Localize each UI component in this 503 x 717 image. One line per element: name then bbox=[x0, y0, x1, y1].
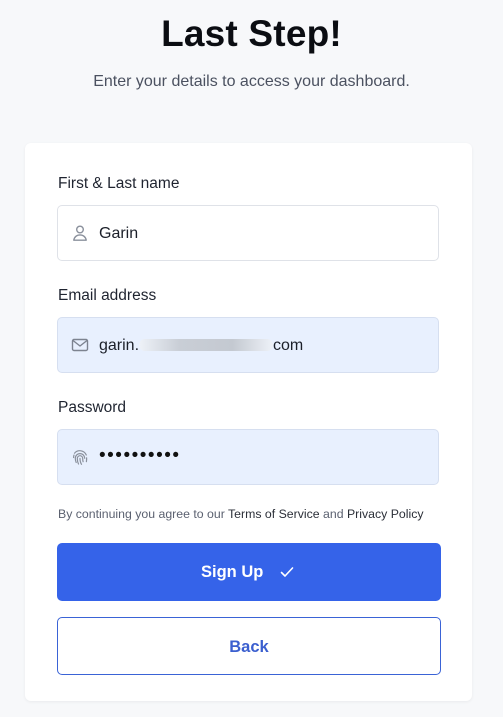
name-field[interactable]: Garin bbox=[57, 205, 439, 261]
email-label: Email address bbox=[58, 287, 157, 304]
sign-up-button[interactable]: Sign Up bbox=[57, 543, 441, 601]
privacy-policy-link[interactable]: Privacy Policy bbox=[347, 507, 424, 521]
terms-notice: By continuing you agree to our Terms of … bbox=[58, 506, 424, 522]
name-label: First & Last name bbox=[58, 175, 180, 192]
terms-prefix: By continuing you agree to our bbox=[58, 507, 225, 521]
check-icon bbox=[279, 564, 295, 580]
terms-of-service-link[interactable]: Terms of Service bbox=[228, 507, 320, 521]
password-field[interactable]: •••••••••• bbox=[57, 429, 439, 485]
email-field[interactable]: garin. com bbox=[57, 317, 439, 373]
fingerprint-icon bbox=[70, 447, 90, 467]
email-value-suffix: com bbox=[273, 337, 304, 354]
back-label: Back bbox=[229, 638, 269, 656]
user-icon bbox=[70, 223, 90, 243]
redacted-blur bbox=[139, 338, 274, 351]
email-value-prefix: garin. bbox=[99, 337, 140, 354]
signup-page: Last Step! Enter your details to access … bbox=[0, 0, 503, 717]
name-value: Garin bbox=[99, 225, 139, 242]
password-value: •••••••••• bbox=[99, 445, 181, 466]
terms-and: and bbox=[323, 507, 344, 521]
signup-card: First & Last name Garin Email address ga… bbox=[25, 143, 472, 701]
page-subtitle: Enter your details to access your dashbo… bbox=[93, 73, 410, 90]
email-value: garin. com bbox=[99, 336, 303, 356]
page-title: Last Step! bbox=[161, 13, 342, 54]
sign-up-label: Sign Up bbox=[201, 563, 264, 581]
password-label: Password bbox=[58, 399, 127, 416]
mail-icon bbox=[70, 335, 90, 355]
back-button[interactable]: Back bbox=[57, 617, 441, 675]
